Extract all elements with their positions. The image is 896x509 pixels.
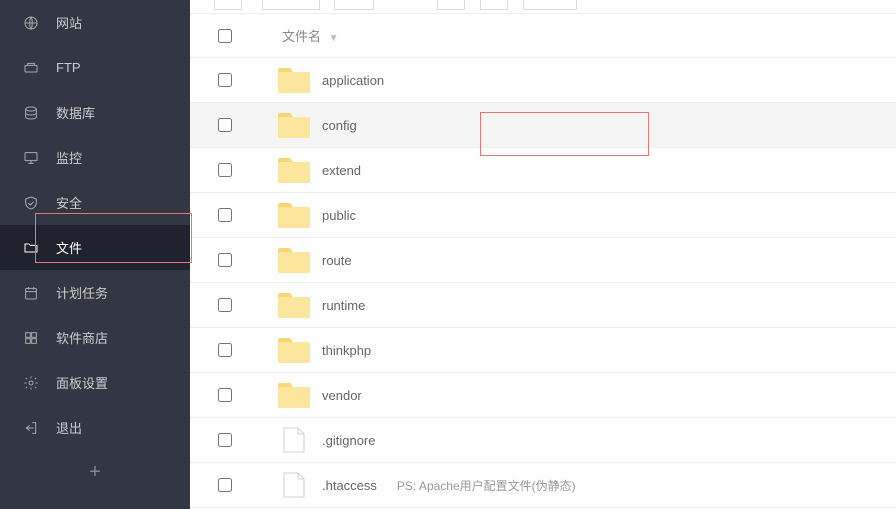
folder-icon — [278, 112, 310, 138]
toolbar-button[interactable] — [523, 0, 577, 10]
calendar-icon — [22, 284, 40, 302]
toolbar-button[interactable] — [437, 0, 465, 10]
file-name[interactable]: runtime — [322, 298, 365, 313]
table-row[interactable]: public — [190, 193, 896, 238]
folder-icon — [278, 202, 310, 228]
sidebar-item-label: 面板设置 — [56, 373, 108, 392]
table-row[interactable]: runtime — [190, 283, 896, 328]
sidebar-item-website[interactable]: 网站 — [0, 0, 190, 45]
toolbar-button[interactable] — [480, 0, 508, 10]
file-name[interactable]: public — [322, 208, 356, 223]
table-row[interactable]: route — [190, 238, 896, 283]
table-row[interactable]: thinkphp — [190, 328, 896, 373]
grid-icon — [22, 329, 40, 347]
column-filename[interactable]: 文件名 ▼ — [282, 26, 339, 45]
file-name[interactable]: application — [322, 73, 384, 88]
row-checkbox[interactable] — [218, 118, 232, 132]
toolbar-button[interactable] — [334, 0, 374, 10]
row-checkbox[interactable] — [218, 343, 232, 357]
sidebar-item-database[interactable]: 数据库 — [0, 90, 190, 135]
sidebar-item-softshop[interactable]: 软件商店 — [0, 315, 190, 360]
main-content: 文件名 ▼ application config extend public route… — [190, 0, 896, 509]
sidebar-item-label: 网站 — [56, 13, 82, 32]
plus-icon: + — [89, 461, 101, 484]
file-name[interactable]: vendor — [322, 388, 362, 403]
sidebar-item-cron[interactable]: 计划任务 — [0, 270, 190, 315]
row-checkbox[interactable] — [218, 208, 232, 222]
row-checkbox[interactable] — [218, 388, 232, 402]
file-name[interactable]: thinkphp — [322, 343, 371, 358]
row-checkbox[interactable] — [218, 163, 232, 177]
file-note: PS: Apache用户配置文件(伪静态) — [397, 477, 576, 494]
table-row[interactable]: extend — [190, 148, 896, 193]
table-row[interactable]: vendor — [190, 373, 896, 418]
folder-icon — [278, 292, 310, 318]
row-checkbox[interactable] — [218, 298, 232, 312]
file-name[interactable]: config — [322, 118, 357, 133]
sidebar-item-security[interactable]: 安全 — [0, 180, 190, 225]
file-name[interactable]: route — [322, 253, 352, 268]
table-row[interactable]: config — [190, 103, 896, 148]
gear-icon — [22, 374, 40, 392]
table-row[interactable]: application — [190, 58, 896, 103]
table-row[interactable]: .htaccess PS: Apache用户配置文件(伪静态) — [190, 463, 896, 508]
sidebar-item-label: 计划任务 — [56, 283, 108, 302]
table-row[interactable]: .gitignore — [190, 418, 896, 463]
folder-icon — [278, 67, 310, 93]
sidebar-item-label: 数据库 — [56, 103, 95, 122]
folder-icon — [278, 157, 310, 183]
sidebar-item-label: 软件商店 — [56, 328, 108, 347]
sidebar-item-monitor[interactable]: 监控 — [0, 135, 190, 180]
file-name[interactable]: extend — [322, 163, 361, 178]
toolbar — [190, 0, 896, 14]
sidebar-add-button[interactable]: + — [0, 450, 190, 495]
folder-icon — [278, 382, 310, 408]
folder-icon — [278, 337, 310, 363]
select-all-checkbox[interactable] — [218, 29, 232, 43]
globe-icon — [22, 14, 40, 32]
sidebar: 网站 FTP 数据库 监控 安全 文件 计划任务 软件商店 面板设置 退出 + — [0, 0, 190, 509]
sort-icon: ▼ — [329, 33, 339, 44]
sidebar-item-label: 安全 — [56, 193, 82, 212]
sidebar-item-label: 监控 — [56, 148, 82, 167]
row-checkbox[interactable] — [218, 253, 232, 267]
file-name[interactable]: .htaccess — [322, 478, 377, 493]
monitor-icon — [22, 149, 40, 167]
sidebar-item-ftp[interactable]: FTP — [0, 45, 190, 90]
row-checkbox[interactable] — [218, 433, 232, 447]
database-icon — [22, 104, 40, 122]
toolbar-button[interactable] — [262, 0, 320, 10]
file-icon — [278, 427, 310, 453]
file-icon — [278, 472, 310, 498]
shield-icon — [22, 194, 40, 212]
folder-icon — [22, 239, 40, 257]
folder-icon — [278, 247, 310, 273]
sidebar-item-label: FTP — [56, 60, 81, 75]
sidebar-item-label: 文件 — [56, 238, 82, 257]
exit-icon — [22, 419, 40, 437]
sidebar-item-exit[interactable]: 退出 — [0, 405, 190, 450]
file-list: application config extend public route runtim… — [190, 58, 896, 508]
row-checkbox[interactable] — [218, 73, 232, 87]
toolbar-button[interactable] — [214, 0, 242, 10]
sidebar-item-panel[interactable]: 面板设置 — [0, 360, 190, 405]
file-name[interactable]: .gitignore — [322, 433, 375, 448]
table-header: 文件名 ▼ — [190, 14, 896, 58]
sidebar-item-label: 退出 — [56, 418, 82, 437]
ftp-icon — [22, 59, 40, 77]
sidebar-item-files[interactable]: 文件 — [0, 225, 190, 270]
row-checkbox[interactable] — [218, 478, 232, 492]
